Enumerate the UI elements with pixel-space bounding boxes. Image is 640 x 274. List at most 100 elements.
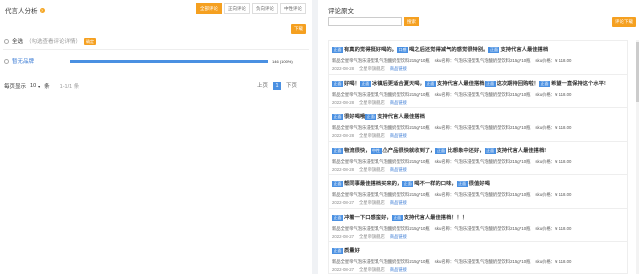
sentiment-tag: 正面 bbox=[332, 47, 343, 53]
current-page[interactable]: 1 bbox=[272, 82, 281, 90]
sku-name: sku名称：气泡乐浸型乳气泡酸奶型饮料215g*10瓶 bbox=[434, 259, 531, 264]
comment-segment: 支持代言人最佳搭档！！！ bbox=[403, 214, 468, 221]
product-link[interactable]: 商品链接 bbox=[390, 100, 407, 105]
shop-name: 全星帝旗舰店 bbox=[358, 267, 385, 272]
select-all-radio[interactable] bbox=[4, 38, 9, 44]
shop-name: 全星帝旗舰店 bbox=[358, 99, 385, 105]
comment-segment: 好喝！ bbox=[344, 80, 360, 87]
product-name: 新品全星帝气泡乐浸型乳气泡酸奶型饮料215g*10瓶 bbox=[332, 259, 430, 264]
comment-segment: 喝之后还觉得减气的感觉很特别。 bbox=[408, 47, 489, 53]
sku-name: sku名称：气泡乐浸型乳气泡酸奶型饮料215g*10瓶 bbox=[434, 91, 531, 97]
comment-meta-line: 2022-08-27 全星帝旗舰店 商品链接 bbox=[332, 234, 624, 240]
tab-positive-comments[interactable]: 正向评论 bbox=[224, 3, 250, 14]
shop-name: 全星帝旗舰店 bbox=[358, 133, 385, 138]
comments-title: 评论原文 bbox=[328, 8, 354, 15]
product-link[interactable]: 商品链接 bbox=[390, 200, 407, 205]
sentiment-tag: 正面 bbox=[332, 214, 343, 221]
comment-text: 正面 冲着一下口感蛮好， 正面 支持代言人最佳搭档！！！ bbox=[332, 213, 624, 221]
comment-text: 正面 好喝！ 正面 冰镇后更适合夏天喝， 正面 支持代言人最佳搭档 正面 这次期待回购啦！ 正面… bbox=[332, 79, 624, 87]
comment-meta-line: 2022-08-28 全星帝旗舰店 商品链接 bbox=[332, 133, 624, 139]
per-page-select[interactable]: 10 ▾ bbox=[30, 83, 40, 89]
panel-title: 代言人分析 ? bbox=[5, 5, 45, 15]
comment-text: 正面 帮同事最佳搭档买来的， 正面 喝不一样的口味， 正面 很值好喝 bbox=[332, 179, 624, 187]
comment-text: 正面 物流很快， 中性 ⚠产品很快就收到了， 正面 比想象中还好， 正面 支持代言人最佳搭档! bbox=[332, 146, 624, 154]
comment-date: 2022-08-28 bbox=[332, 166, 354, 172]
export-comments-button[interactable]: 评论下载 bbox=[612, 17, 636, 27]
product-link[interactable]: 商品链接 bbox=[390, 234, 407, 239]
comment-meta-line: 2022-08-27 全星帝旗舰店 商品链接 bbox=[332, 267, 624, 273]
comment-list: 正面 有真的觉得挺好喝的。 口感 喝之后还觉得减气的感觉很特别。 正面 支持代言人最佳搭档… bbox=[328, 40, 628, 274]
comment-segment: 有真的觉得挺好喝的。 bbox=[344, 47, 397, 53]
sku-price: sku价格：¥ 118.00 bbox=[535, 225, 572, 231]
sku-name: sku名称：气泡乐浸型乳气泡酸奶型饮料215g*10瓶 bbox=[434, 125, 531, 130]
comment-date: 2022-08-28 bbox=[332, 133, 354, 138]
chevron-down-icon: ▾ bbox=[38, 83, 41, 89]
comment-date: 2022-08-28 bbox=[332, 99, 354, 105]
search-input[interactable] bbox=[328, 17, 402, 26]
product-link[interactable]: 商品链接 bbox=[390, 267, 407, 272]
product-name: 新品全星帝气泡乐浸型乳气泡酸奶型饮料215g*10瓶 bbox=[332, 225, 430, 231]
comment-item: 正面 有真的觉得挺好喝的。 口感 喝之后还觉得减气的感觉很特别。 正面 支持代言人最佳搭档… bbox=[329, 41, 627, 75]
brand-bar-value: 146 (100%) bbox=[272, 58, 293, 64]
sentiment-tag: 正面 bbox=[456, 181, 468, 187]
help-icon[interactable]: ? bbox=[39, 7, 45, 13]
sku-name: sku名称：气泡乐浸型乳气泡酸奶型饮料215g*10瓶 bbox=[434, 58, 531, 63]
product-link[interactable]: 商品链接 bbox=[390, 133, 407, 138]
scrollbar[interactable] bbox=[636, 40, 639, 274]
sentiment-tag: 正面 bbox=[365, 114, 377, 120]
comment-segment: 支持代言人最佳搭档 bbox=[377, 114, 425, 120]
sentiment-tag: 正面 bbox=[391, 214, 403, 221]
tab-all-comments[interactable]: 全部评论 bbox=[196, 3, 222, 14]
comment-segment: 比想象中还好， bbox=[447, 147, 485, 154]
brand-label[interactable]: 暂无品牌 bbox=[12, 57, 72, 65]
brand-radio[interactable] bbox=[4, 58, 9, 64]
tab-neutral-comments[interactable]: 中性评论 bbox=[280, 3, 306, 14]
sentiment-tag: 中性 bbox=[370, 147, 382, 154]
pagination: 每页显示 10 ▾ 条 1-1/1 条 上页 1 下页 bbox=[4, 81, 304, 91]
product-name: 新品全星帝气泡乐浸型乳气泡酸奶型饮料215g*10瓶 bbox=[332, 192, 430, 197]
comment-segment: 支持代言人最佳搭档 bbox=[436, 80, 485, 87]
comment-item: 正面 冲着一下口感蛮好， 正面 支持代言人最佳搭档！！！ 新品全星帝气泡乐浸型乳气泡酸奶… bbox=[329, 209, 627, 242]
product-name: 新品全星帝气泡乐浸型乳气泡酸奶型饮料215g*10瓶 bbox=[332, 125, 430, 130]
panel-title-text: 代言人分析 bbox=[5, 8, 38, 15]
sentiment-tag: 正面 bbox=[484, 147, 496, 154]
product-name: 新品全星帝气泡乐浸型乳气泡酸奶型饮料215g*10瓶 bbox=[332, 158, 430, 164]
download-button[interactable]: 下载 bbox=[291, 24, 306, 34]
sku-price: sku价格：¥ 118.00 bbox=[535, 259, 572, 264]
comment-segment: 很值好喝 bbox=[468, 181, 490, 187]
sentiment-tag: 正面 bbox=[359, 80, 371, 87]
brand-bar-fill bbox=[70, 59, 268, 63]
product-link[interactable]: 商品链接 bbox=[390, 66, 407, 71]
sentiment-tag: 正面 bbox=[424, 80, 436, 87]
confirm-button[interactable]: 确定 bbox=[84, 37, 97, 45]
comment-product-line: 新品全星帝气泡乐浸型乳气泡酸奶型饮料215g*10瓶 sku名称：气泡乐浸型乳气泡… bbox=[332, 192, 624, 198]
product-name: 新品全星帝气泡乐浸型乳气泡酸奶型饮料215g*10瓶 bbox=[332, 58, 430, 63]
sku-price: sku价格：¥ 118.00 bbox=[535, 158, 572, 164]
sentiment-tag: 正面 bbox=[402, 181, 414, 187]
prev-page-button[interactable]: 上页 bbox=[254, 82, 271, 90]
scrollbar-thumb[interactable] bbox=[636, 42, 639, 102]
comment-segment: 这次期待回购啦！ bbox=[496, 80, 539, 87]
tab-negative-comments[interactable]: 负向评论 bbox=[252, 3, 278, 14]
shop-name: 全星帝旗舰店 bbox=[358, 66, 385, 71]
shop-name: 全星帝旗舰店 bbox=[358, 200, 385, 205]
comment-segment: 冰镇后更适合夏天喝， bbox=[371, 80, 425, 87]
product-link[interactable]: 商品链接 bbox=[390, 167, 407, 172]
sentiment-tag: 正面 bbox=[332, 80, 343, 87]
next-page-button[interactable]: 下页 bbox=[283, 82, 300, 90]
search-button[interactable]: 搜索 bbox=[404, 17, 419, 26]
sentiment-tag: 正面 bbox=[332, 147, 343, 154]
per-page-label: 每页显示 bbox=[4, 84, 27, 90]
sentiment-tabs: 全部评论 正向评论 负向评论 中性评论 bbox=[194, 3, 306, 14]
sku-name: sku名称：气泡乐浸型乳气泡酸奶型饮料215g*10瓶 bbox=[434, 225, 531, 231]
comment-product-line: 新品全星帝气泡乐浸型乳气泡酸奶型饮料215g*10瓶 sku名称：气泡乐浸型乳气泡… bbox=[332, 58, 624, 64]
sku-price: sku价格：¥ 118.00 bbox=[535, 91, 572, 97]
brand-bar-row: 暂无品牌 146 (100%) bbox=[4, 56, 304, 66]
sentiment-tag: 口感 bbox=[396, 47, 408, 53]
comment-product-line: 新品全星帝气泡乐浸型乳气泡酸奶型饮料215g*10瓶 sku名称：气泡乐浸型乳气泡… bbox=[332, 125, 624, 131]
sku-name: sku名称：气泡乐浸型乳气泡酸奶型饮料215g*10瓶 bbox=[434, 192, 531, 197]
select-hint: （勾选查看评论详情） bbox=[26, 39, 82, 45]
comments-panel: 评论原文 搜索 评论下载 正面 有真的觉得挺好喝的。 口感 喝之后还觉得减气的感觉很特… bbox=[318, 0, 640, 274]
select-all-label: 全选 bbox=[12, 39, 24, 45]
sku-price: sku价格：¥ 118.00 bbox=[535, 125, 572, 130]
